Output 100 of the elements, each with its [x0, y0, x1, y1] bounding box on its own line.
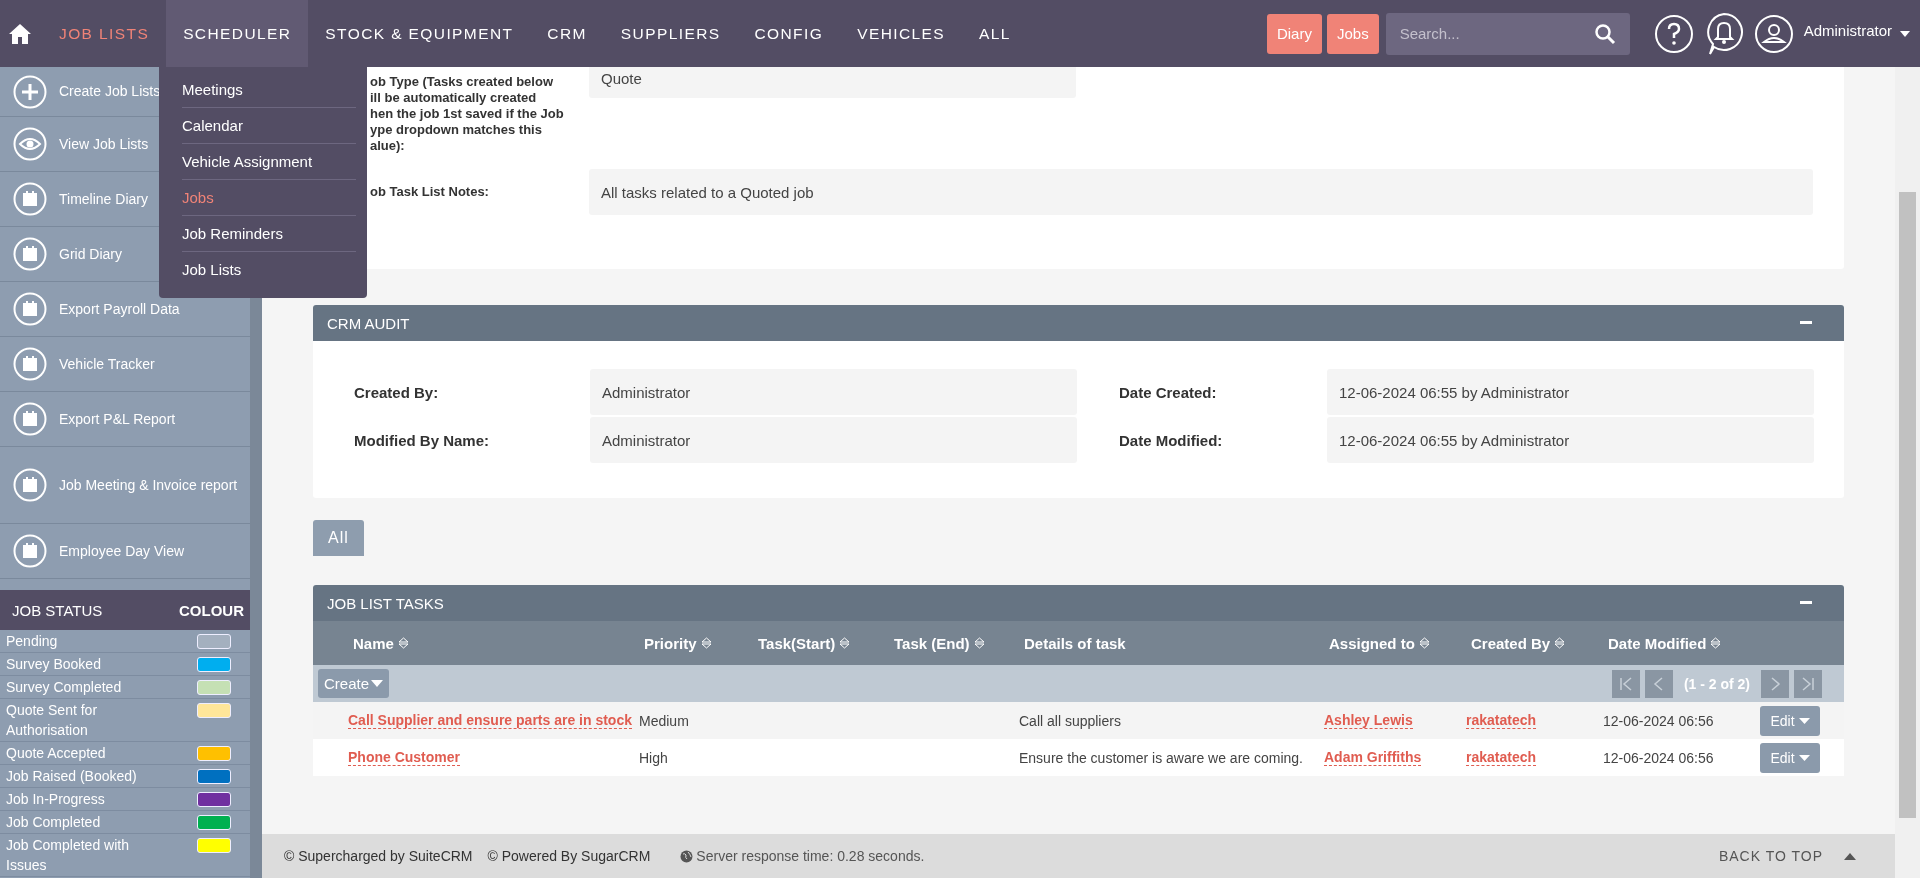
sidebar-action[interactable]: View Job Lists	[13, 127, 149, 161]
dropdown-item[interactable]: Calendar	[182, 108, 356, 144]
field-label: Modified By Name:	[354, 431, 490, 449]
calendar-icon	[13, 292, 47, 326]
calendar-icon	[13, 347, 47, 381]
field-label: ype dropdown matches this	[370, 122, 542, 138]
panel-title: JOB LIST TASKS	[327, 594, 444, 612]
caret-icon[interactable]	[1900, 30, 1910, 37]
pagination-count: (1 - 2 of 2)	[1683, 675, 1750, 692]
nav-menu-item[interactable]: JOB LISTS	[42, 0, 167, 67]
search-icon[interactable]	[1593, 22, 1616, 45]
caret-icon	[371, 680, 384, 687]
tab[interactable]: All	[313, 520, 364, 556]
column-heading[interactable]: Created By	[1471, 634, 1608, 652]
sidebar-action[interactable]: Grid Diary	[13, 237, 122, 271]
plus-icon	[13, 74, 47, 109]
status-label: Job Completed	[6, 813, 101, 832]
status-label: Job Completed with Issues	[6, 836, 130, 875]
sidebar-action[interactable]: Employee Day View	[13, 534, 185, 568]
sort-icon[interactable]	[700, 637, 712, 649]
field-label: ob Type (Tasks created below	[370, 74, 553, 90]
footer-credit[interactable]: © Supercharged by SuiteCRM	[284, 848, 473, 864]
create-button[interactable]: Create	[318, 669, 390, 698]
status-label: Survey Booked	[6, 655, 101, 674]
eye-icon	[13, 127, 47, 161]
nav-menu-item[interactable]: VEHICLES	[840, 0, 963, 67]
sort-icon[interactable]	[973, 637, 985, 649]
calendar-icon	[13, 182, 47, 216]
column-heading[interactable]: Name	[353, 634, 644, 652]
quick-button[interactable]: Diary	[1266, 13, 1322, 54]
sort-icon[interactable]	[839, 637, 851, 649]
scrollbar[interactable]	[1895, 67, 1920, 878]
search-field[interactable]: Search...	[1385, 12, 1630, 55]
sidebar-action[interactable]: Create Job Lists	[13, 74, 161, 109]
sort-icon[interactable]	[1710, 637, 1722, 649]
dropdown-item[interactable]: Job Lists	[182, 252, 356, 287]
user-avatar-icon[interactable]	[1753, 13, 1794, 54]
column-heading[interactable]: Priority	[644, 634, 758, 652]
sort-icon[interactable]	[1554, 637, 1566, 649]
status-label: Job Raised (Booked)	[6, 767, 137, 786]
sidebar-action[interactable]: Vehicle Tracker	[13, 347, 155, 381]
home-icon[interactable]	[8, 22, 32, 45]
dropdown-item[interactable]: Vehicle Assignment	[182, 144, 356, 180]
status-label: Pending	[6, 632, 58, 651]
user-menu[interactable]: Administrator	[1803, 22, 1892, 39]
response-time: Server response time: 0.28 seconds.	[696, 848, 925, 864]
quick-button[interactable]: Jobs	[1326, 13, 1379, 54]
task-name-link[interactable]: Call Supplier and ensure parts are in stock	[348, 712, 632, 729]
column-heading[interactable]: Date Modified	[1608, 634, 1765, 652]
field-value: All tasks related to a Quoted job	[589, 169, 1813, 215]
table-cell-text: 12-06-2024 06:56	[1603, 712, 1715, 729]
calendar-icon	[13, 402, 47, 436]
nav-menu-item[interactable]: SUPPLIERS	[603, 0, 738, 67]
dropdown-item[interactable]: Jobs	[182, 180, 356, 216]
table-cell-text: Ensure the customer is aware we are coming.	[1019, 749, 1304, 766]
field-label: ob Task List Notes:	[370, 184, 489, 200]
nav-menu-item[interactable]: ALL	[962, 0, 1028, 67]
sidebar-action[interactable]: Export P&L Report	[13, 402, 176, 436]
column-heading[interactable]: Task(Start)	[758, 634, 894, 652]
dropdown-item[interactable]: Job Reminders	[182, 216, 356, 252]
table-cell-text: High	[639, 749, 669, 766]
sidebar-action[interactable]: Export Payroll Data	[13, 292, 180, 326]
field-value: 12-06-2024 06:55 by Administrator	[1327, 417, 1814, 463]
back-to-top-link[interactable]: BACK TO TOP	[1718, 848, 1859, 864]
globe-icon	[680, 849, 694, 863]
nav-menu-item[interactable]: SCHEDULER	[166, 0, 309, 67]
user-link[interactable]: Adam Griffiths	[1324, 749, 1422, 766]
help-icon[interactable]	[1653, 13, 1694, 54]
nav-menu-item[interactable]: CRM	[530, 0, 604, 67]
collapse-icon[interactable]	[1800, 601, 1812, 605]
dropdown-item[interactable]: Meetings	[182, 72, 356, 108]
task-name-link[interactable]: Phone Customer	[348, 749, 460, 766]
user-link[interactable]: rakatatech	[1466, 712, 1537, 729]
nav-menu-item[interactable]: STOCK & EQUIPMENT	[308, 0, 531, 67]
edit-button[interactable]: Edit	[1760, 705, 1820, 736]
user-link[interactable]: Ashley Lewis	[1324, 712, 1413, 729]
column-heading: Details of task	[1024, 634, 1127, 652]
caret-icon	[1798, 754, 1810, 761]
field-label: alue):	[370, 138, 405, 154]
column-heading[interactable]: Assigned to	[1329, 634, 1471, 652]
collapse-icon[interactable]	[1800, 321, 1812, 325]
sort-icon[interactable]	[1418, 637, 1430, 649]
calendar-icon	[13, 468, 47, 502]
field-value: Administrator	[590, 417, 1077, 463]
column-heading[interactable]: Task (End)	[894, 634, 1024, 652]
nav-menu-item[interactable]: CONFIG	[737, 0, 841, 67]
sort-icon[interactable]	[397, 637, 409, 649]
footer-credit[interactable]: © Powered By SugarCRM	[487, 848, 651, 864]
sidebar-action[interactable]: Job Meeting & Invoice report	[13, 468, 238, 502]
sidebar-action[interactable]: Timeline Diary	[13, 182, 148, 216]
field-label: Date Created:	[1118, 383, 1218, 401]
user-link[interactable]: rakatatech	[1466, 749, 1537, 766]
field-value: Administrator	[590, 369, 1077, 415]
caret-icon	[1798, 717, 1810, 724]
calendar-icon	[13, 237, 47, 271]
table-cell-text: 12-06-2024 06:56	[1603, 749, 1715, 766]
up-arrow-icon	[1844, 852, 1856, 860]
panel-title: CRM AUDIT	[327, 314, 410, 332]
edit-button[interactable]: Edit	[1760, 742, 1820, 773]
field-label: Created By:	[354, 383, 440, 401]
